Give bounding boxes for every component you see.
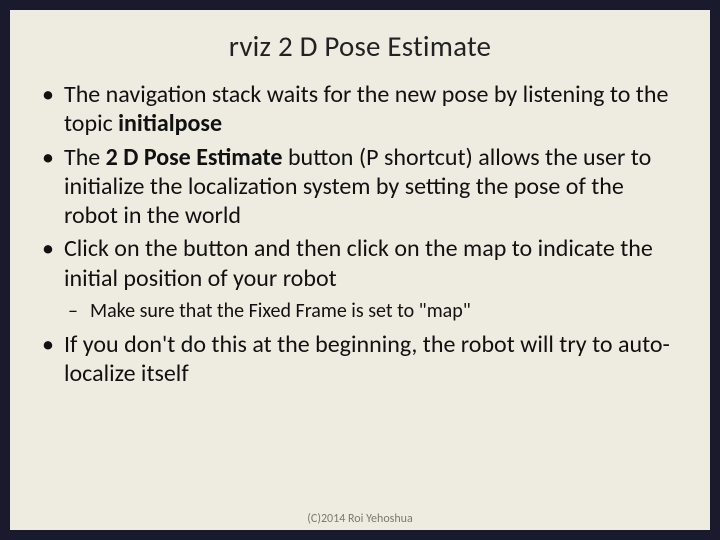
bullet-item: If you don't do this at the beginning, t… [38, 330, 682, 389]
bullet-list: The navigation stack waits for the new p… [38, 80, 682, 388]
bullet-text: The [64, 143, 106, 172]
bullet-text: Click on the button and then click on th… [64, 234, 653, 292]
bullet-item: The navigation stack waits for the new p… [38, 80, 682, 139]
bullet-bold: 2 D Pose Estimate [106, 143, 283, 172]
slide-title: rviz 2 D Pose Estimate [38, 28, 682, 64]
bullet-bold: initialpose [118, 109, 222, 138]
slide: rviz 2 D Pose Estimate The navigation st… [10, 10, 710, 530]
sub-bullet-list: Make sure that the Fixed Frame is set to… [64, 299, 682, 324]
bullet-text: If you don't do this at the beginning, t… [64, 330, 670, 388]
sub-bullet-text: Make sure that the Fixed Frame is set to… [90, 299, 471, 323]
footer-copyright: (C)2014 Roi Yehoshua [10, 512, 710, 526]
sub-bullet-item: Make sure that the Fixed Frame is set to… [64, 299, 682, 324]
bullet-item: The 2 D Pose Estimate button (P shortcut… [38, 143, 682, 231]
bullet-item: Click on the button and then click on th… [38, 234, 682, 324]
